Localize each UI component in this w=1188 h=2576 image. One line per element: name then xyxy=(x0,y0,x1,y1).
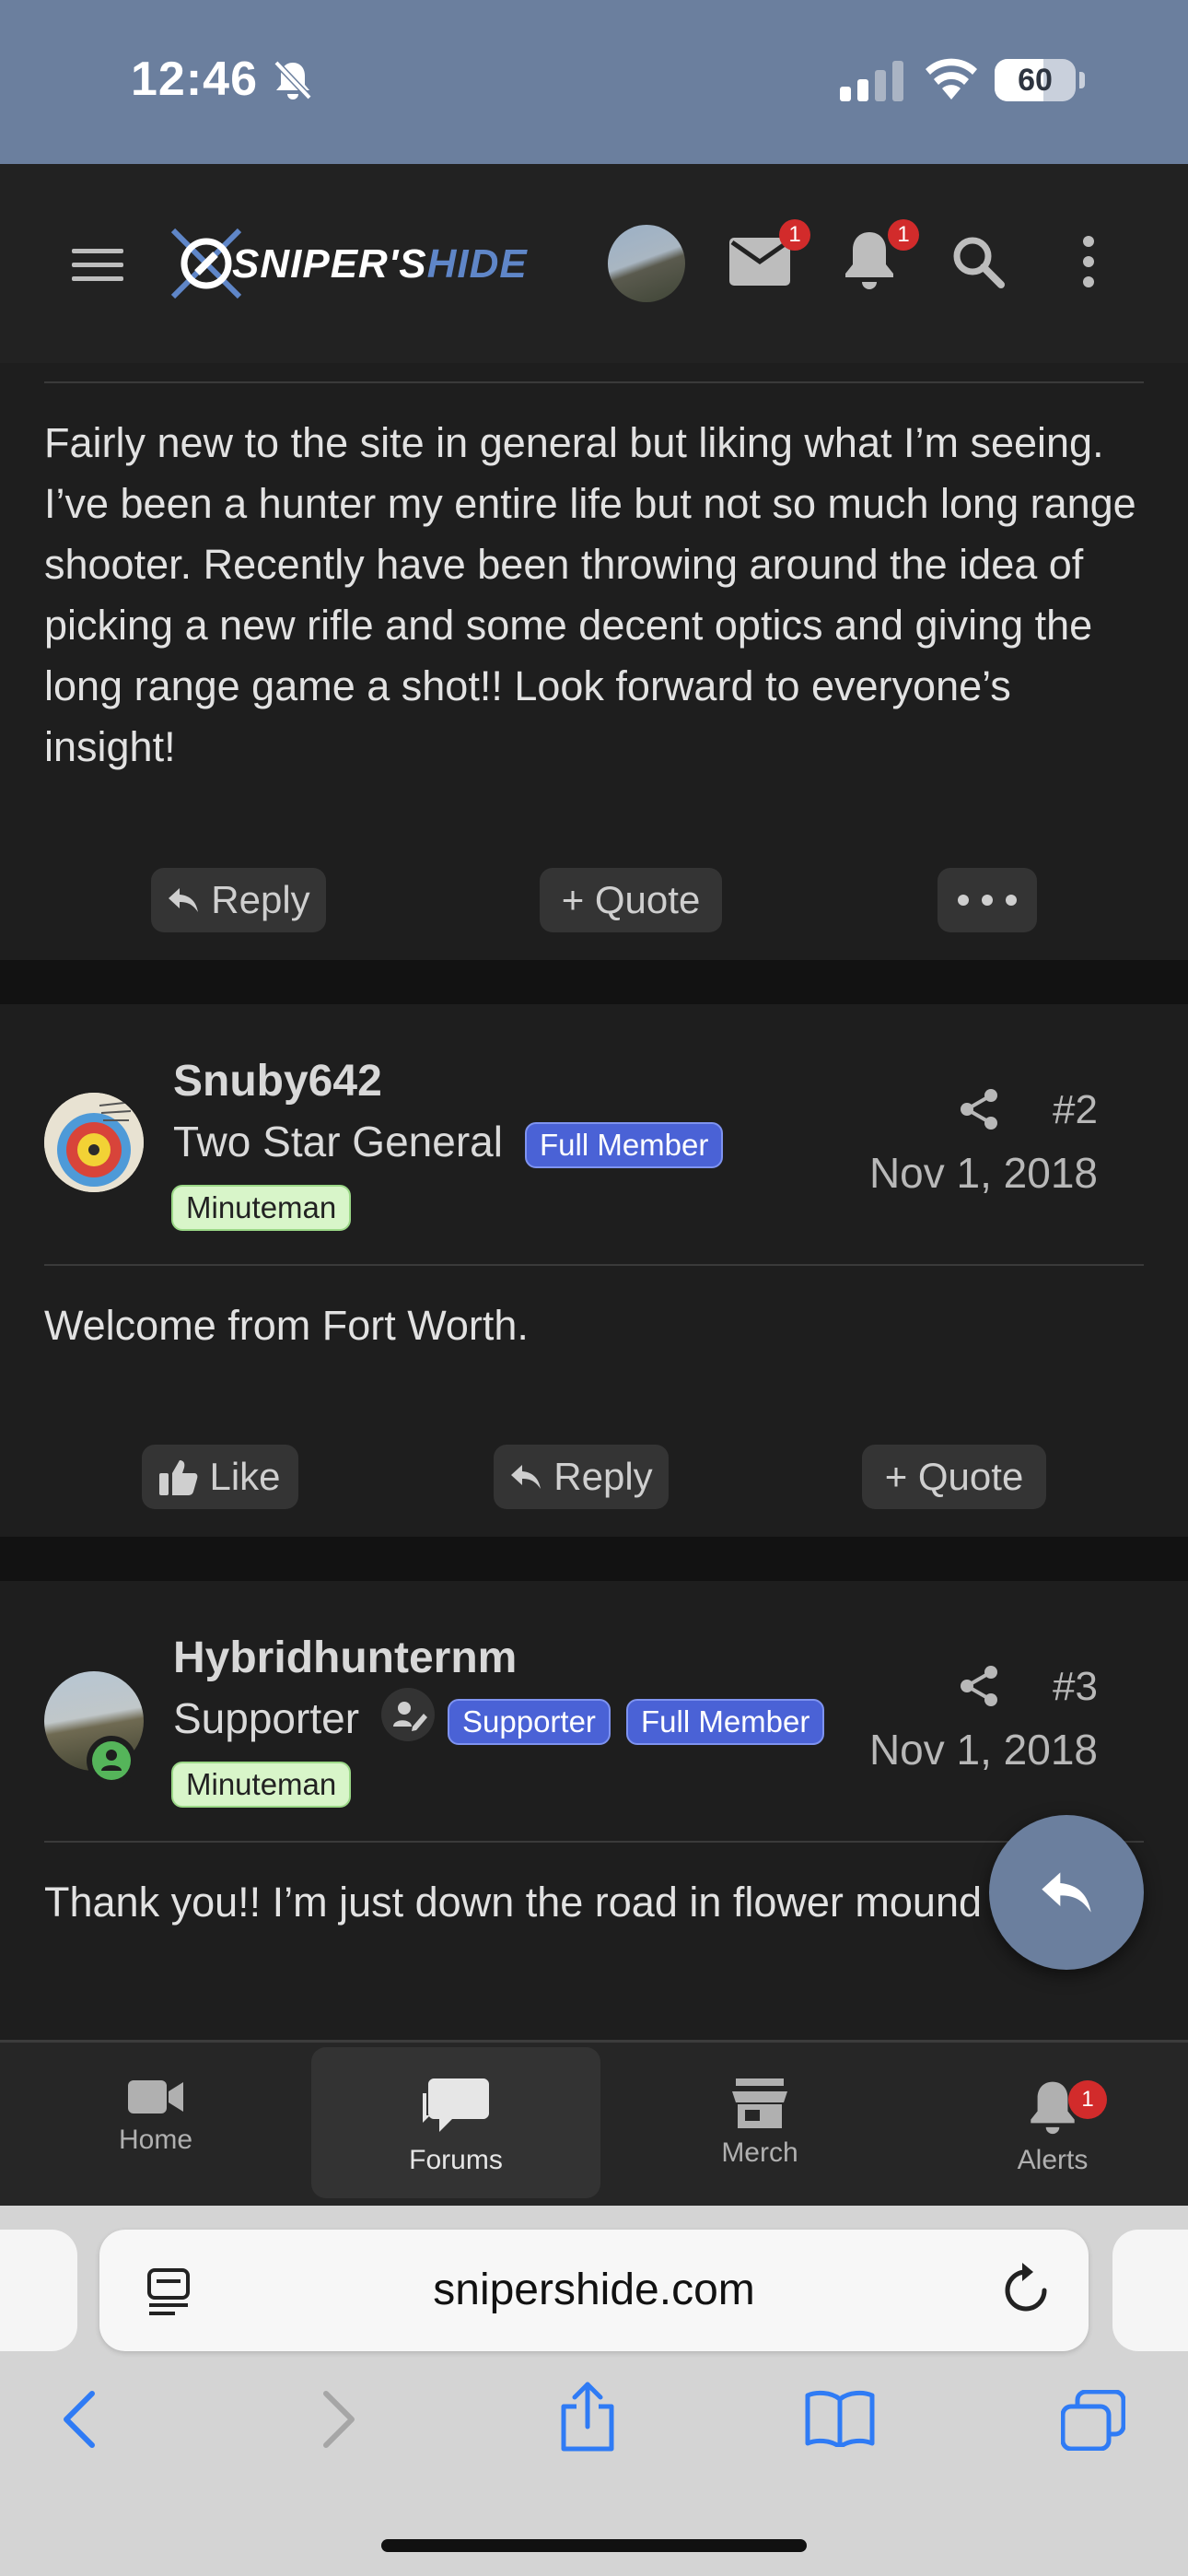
reply-arrow-icon xyxy=(169,888,199,912)
user-title: Supporter xyxy=(173,1694,360,1742)
mail-badge: 1 xyxy=(779,219,810,251)
storefront-icon xyxy=(732,2078,787,2128)
tab-forums[interactable]: Forums xyxy=(311,2047,600,2198)
url-text[interactable]: snipershide.com xyxy=(99,2230,1089,2351)
previous-tab-preview[interactable] xyxy=(0,2230,77,2351)
share-icon[interactable] xyxy=(960,1089,998,1130)
logo-word-white: SNIPER'S xyxy=(232,241,427,287)
tabs-overview-icon[interactable] xyxy=(1061,2390,1125,2451)
like-button[interactable]: Like xyxy=(142,1445,298,1509)
thumbs-up-icon xyxy=(159,1460,198,1495)
post-date[interactable]: Nov 1, 2018 xyxy=(829,1148,1098,1198)
wifi-icon xyxy=(926,58,977,100)
user-avatar[interactable] xyxy=(44,1093,144,1192)
username[interactable]: Snuby642 xyxy=(173,1056,382,1107)
tab-label: Merch xyxy=(721,2137,798,2168)
like-label: Like xyxy=(209,1455,281,1498)
silent-mode-icon xyxy=(274,60,312,100)
tab-label: Alerts xyxy=(1017,2145,1089,2175)
floating-reply-button[interactable] xyxy=(989,1815,1144,1970)
alerts-badge: 1 xyxy=(1068,2080,1107,2119)
site-logo-text[interactable]: SNIPER'SHIDE xyxy=(232,241,528,287)
logo-word-blue: HIDE xyxy=(426,241,528,287)
user-banner-minuteman: Minuteman xyxy=(171,1185,352,1231)
tab-label: Home xyxy=(118,2125,193,2155)
reload-icon[interactable] xyxy=(1002,2263,1050,2316)
user-banner-full-member: Full Member xyxy=(525,1122,724,1168)
person-icon xyxy=(101,1750,122,1771)
post-header-divider xyxy=(44,381,1144,383)
hamburger-menu-icon[interactable] xyxy=(72,247,123,284)
reply-button[interactable]: Reply xyxy=(151,868,326,932)
user-avatar[interactable] xyxy=(608,225,685,302)
forward-icon[interactable] xyxy=(319,2390,359,2449)
more-options-icon[interactable] xyxy=(1079,234,1098,289)
alerts-badge: 1 xyxy=(888,219,919,251)
user-banner-minuteman: Minuteman xyxy=(171,1762,352,1808)
quote-label: + Quote xyxy=(561,878,701,921)
tab-alerts[interactable]: Alerts xyxy=(908,2047,1188,2198)
target-avatar-image xyxy=(44,1093,144,1192)
next-tab-preview[interactable] xyxy=(1112,2230,1188,2351)
quote-button[interactable]: + Quote xyxy=(862,1445,1046,1509)
post-1-body: Fairly new to the site in general but li… xyxy=(44,419,1136,770)
username[interactable]: Hybridhunternm xyxy=(173,1633,517,1683)
user-banner-supporter: Supporter xyxy=(448,1699,611,1745)
battery-icon: 60 xyxy=(995,59,1076,101)
post-3-body: Thank you!! I’m just down the road in fl… xyxy=(44,1879,983,1926)
bookmarks-icon[interactable] xyxy=(805,2390,875,2447)
reply-label: Reply xyxy=(211,878,310,921)
post-number[interactable]: #2 xyxy=(1022,1087,1098,1133)
battery-tip xyxy=(1079,72,1085,88)
tab-merch[interactable]: Merch xyxy=(615,2047,904,2198)
video-camera-icon xyxy=(128,2080,183,2113)
share-sheet-icon[interactable] xyxy=(558,2381,617,2453)
user-banner-full-member: Full Member xyxy=(626,1699,825,1745)
status-time: 12:46 xyxy=(131,53,258,106)
mail-icon[interactable] xyxy=(729,238,790,286)
post-header-divider xyxy=(44,1841,1144,1843)
home-indicator xyxy=(381,2539,807,2552)
ellipsis-icon xyxy=(958,895,1017,906)
reply-arrow-icon xyxy=(1042,1872,1091,1913)
tab-label: Forums xyxy=(409,2145,503,2175)
more-actions-button[interactable] xyxy=(938,868,1037,932)
back-icon[interactable] xyxy=(59,2390,99,2449)
post-header-divider xyxy=(44,1264,1144,1266)
page-menu-icon[interactable] xyxy=(147,2268,190,2316)
reply-arrow-icon xyxy=(511,1465,542,1489)
post-number[interactable]: #3 xyxy=(1022,1664,1098,1710)
share-icon[interactable] xyxy=(960,1666,998,1706)
user-title: Two Star General xyxy=(173,1118,503,1165)
post-date[interactable]: Nov 1, 2018 xyxy=(829,1725,1098,1774)
chat-bubbles-icon xyxy=(423,2078,489,2132)
quote-button[interactable]: + Quote xyxy=(540,868,722,932)
online-status-icon xyxy=(92,1741,131,1780)
staff-edit-icon xyxy=(381,1688,435,1741)
tab-home[interactable]: Home xyxy=(11,2047,300,2198)
post-2-body: Welcome from Fort Worth. xyxy=(44,1302,529,1349)
battery-level: 60 xyxy=(1018,63,1053,98)
reply-button[interactable]: Reply xyxy=(494,1445,669,1509)
quote-label: + Quote xyxy=(884,1455,1024,1498)
cellular-signal-icon xyxy=(840,61,903,101)
reply-label: Reply xyxy=(553,1455,653,1498)
search-icon[interactable] xyxy=(950,234,1006,289)
